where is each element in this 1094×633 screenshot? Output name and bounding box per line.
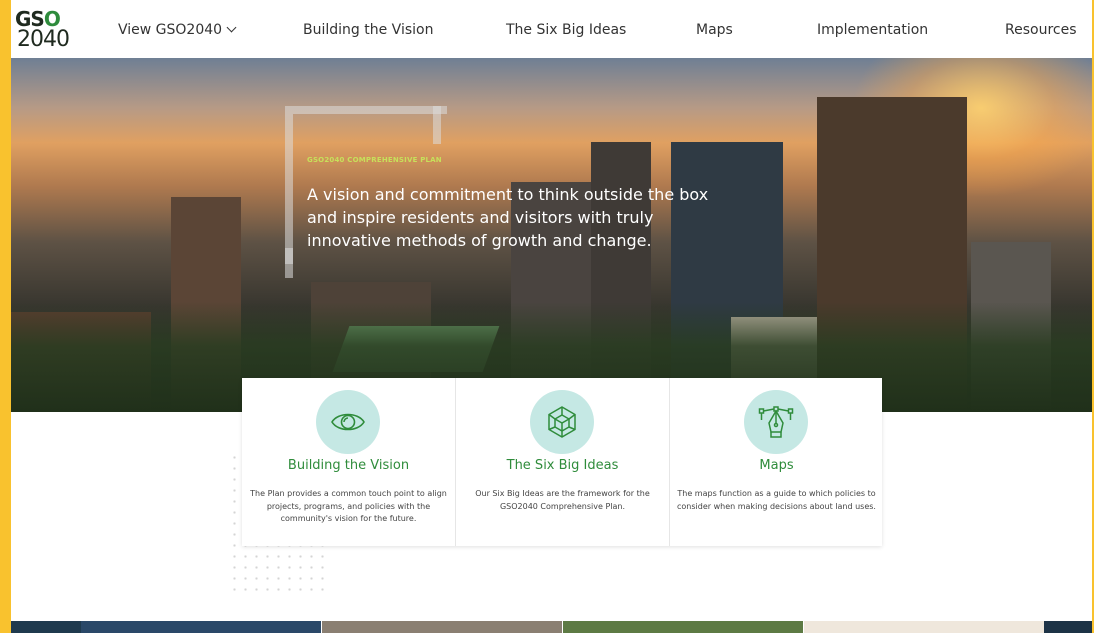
- cube-icon: [530, 390, 594, 454]
- card-title: Building the Vision: [287, 458, 410, 473]
- nav-six-big-ideas[interactable]: The Six Big Ideas: [506, 20, 626, 40]
- card-description: The Plan provides a common touch point t…: [250, 489, 447, 523]
- strip-image[interactable]: [804, 621, 1044, 633]
- strip-image: [1044, 621, 1092, 633]
- hero-banner: GSO2040 COMPREHENSIVE PLAN A vision and …: [11, 58, 1092, 412]
- logo-bottom-text: 2040: [17, 27, 70, 52]
- pen-tool-icon: [744, 390, 808, 454]
- chevron-down-icon: [226, 22, 237, 33]
- strip-image[interactable]: [81, 621, 321, 633]
- card-description: The maps function as a guide to which po…: [677, 489, 876, 511]
- gso2040-logo[interactable]: GSO 2040: [15, 8, 75, 54]
- page-frame: GSO 2040 View GSO2040 Building the Visio…: [11, 0, 1092, 633]
- strip-image[interactable]: [322, 621, 562, 633]
- card-title: Maps: [759, 458, 794, 473]
- hero-kicker: GSO2040 COMPREHENSIVE PLAN: [307, 156, 442, 164]
- hero-heading: A vision and commitment to think outside…: [307, 185, 709, 250]
- card-description: Our Six Big Ideas are the framework for …: [475, 489, 650, 511]
- card-building-the-vision[interactable]: Building the Vision The Plan provides a …: [242, 378, 455, 546]
- nav-resources[interactable]: Resources: [1005, 20, 1077, 40]
- card-title: The Six Big Ideas: [506, 458, 619, 473]
- bottom-image-strip: [11, 621, 1092, 633]
- strip-image: [11, 621, 81, 633]
- card-six-big-ideas[interactable]: The Six Big Ideas Our Six Big Ideas are …: [455, 378, 669, 546]
- hero-deco-frame-part: [433, 106, 441, 144]
- hero-deco-frame-part: [285, 248, 293, 278]
- nav-view-gso2040[interactable]: View GSO2040: [118, 20, 237, 40]
- eye-icon: [316, 390, 380, 454]
- top-nav: GSO 2040 View GSO2040 Building the Visio…: [11, 0, 1092, 58]
- nav-implementation[interactable]: Implementation: [817, 20, 928, 40]
- nav-building-the-vision[interactable]: Building the Vision: [303, 20, 433, 40]
- feature-cards: Building the Vision The Plan provides a …: [242, 378, 882, 546]
- nav-maps[interactable]: Maps: [696, 20, 733, 40]
- strip-image[interactable]: [563, 621, 803, 633]
- card-maps[interactable]: Maps The maps function as a guide to whi…: [669, 378, 883, 546]
